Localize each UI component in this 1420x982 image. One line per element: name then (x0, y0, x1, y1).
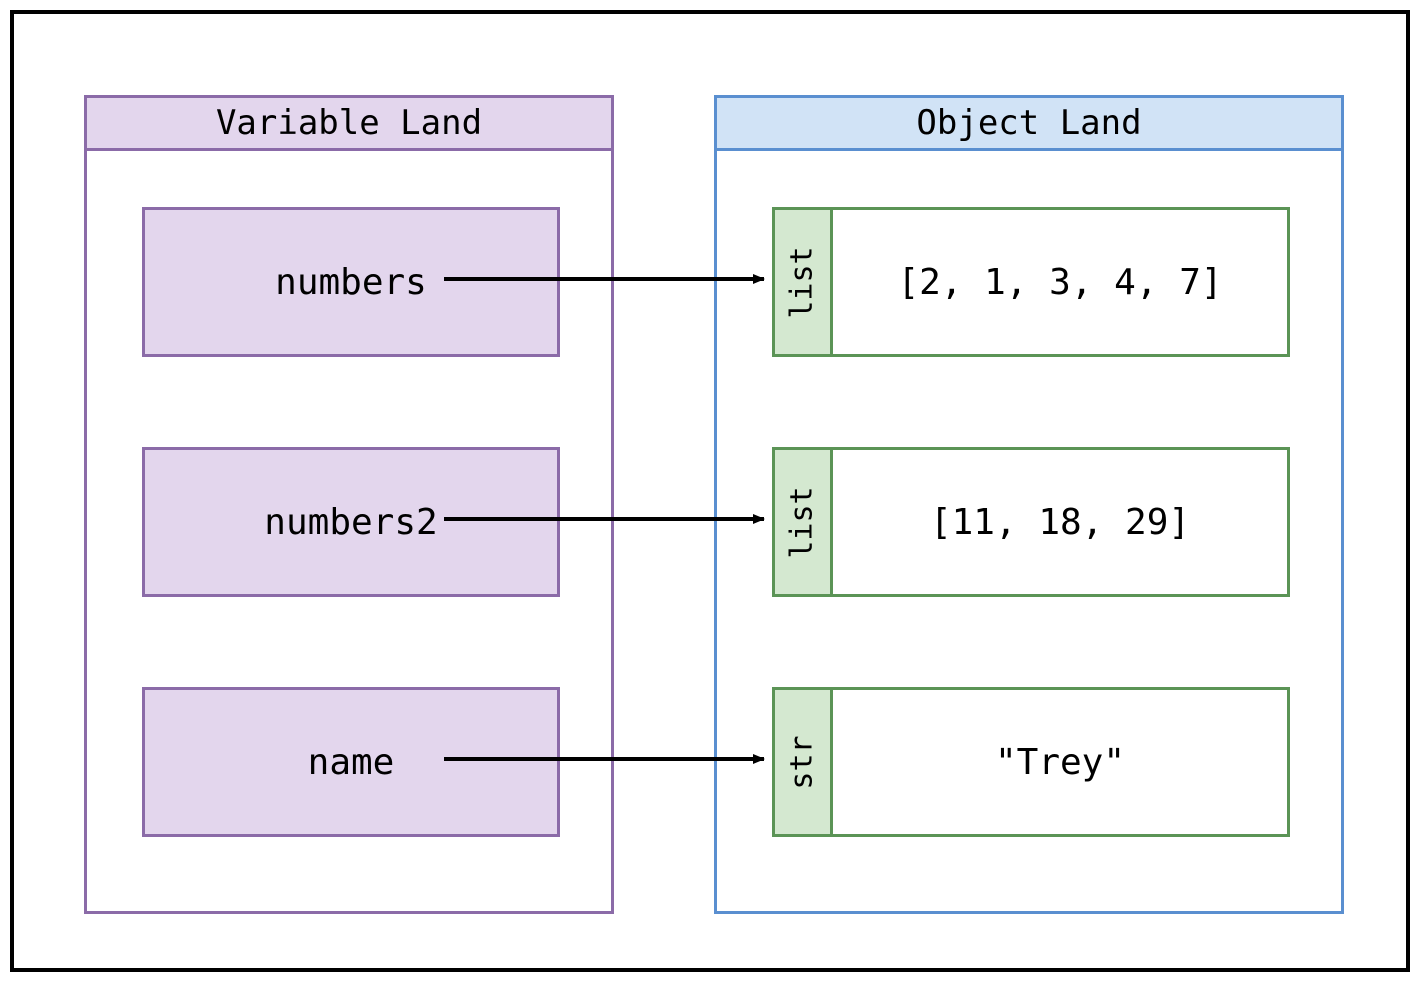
variable-land-panel: Variable Land numbers numbers2 name (84, 144, 614, 914)
object-land-title: Object Land (714, 95, 1344, 151)
object-value: [2, 1, 3, 4, 7] (833, 210, 1287, 354)
object-land-title-text: Object Land (916, 103, 1141, 143)
object-land-panel: Object Land list [2, 1, 3, 4, 7] list [1… (714, 144, 1344, 914)
object-box-str: str "Trey" (772, 687, 1290, 837)
object-value: "Trey" (833, 690, 1287, 834)
type-tag: str (775, 690, 833, 834)
variable-label: name (308, 742, 395, 783)
type-label: str (785, 735, 820, 789)
variable-label: numbers2 (264, 502, 437, 543)
variable-land-title-text: Variable Land (216, 103, 482, 143)
variable-box-name: name (142, 687, 560, 837)
type-tag: list (775, 450, 833, 594)
object-value: [11, 18, 29] (833, 450, 1287, 594)
variable-label: numbers (275, 262, 427, 303)
variable-box-numbers: numbers (142, 207, 560, 357)
diagram-canvas: Variable Land numbers numbers2 name Obje… (10, 10, 1410, 972)
type-label: list (785, 246, 820, 318)
object-box-list-2: list [11, 18, 29] (772, 447, 1290, 597)
type-label: list (785, 486, 820, 558)
type-tag: list (775, 210, 833, 354)
variable-box-numbers2: numbers2 (142, 447, 560, 597)
variable-land-title: Variable Land (84, 95, 614, 151)
object-box-list-1: list [2, 1, 3, 4, 7] (772, 207, 1290, 357)
